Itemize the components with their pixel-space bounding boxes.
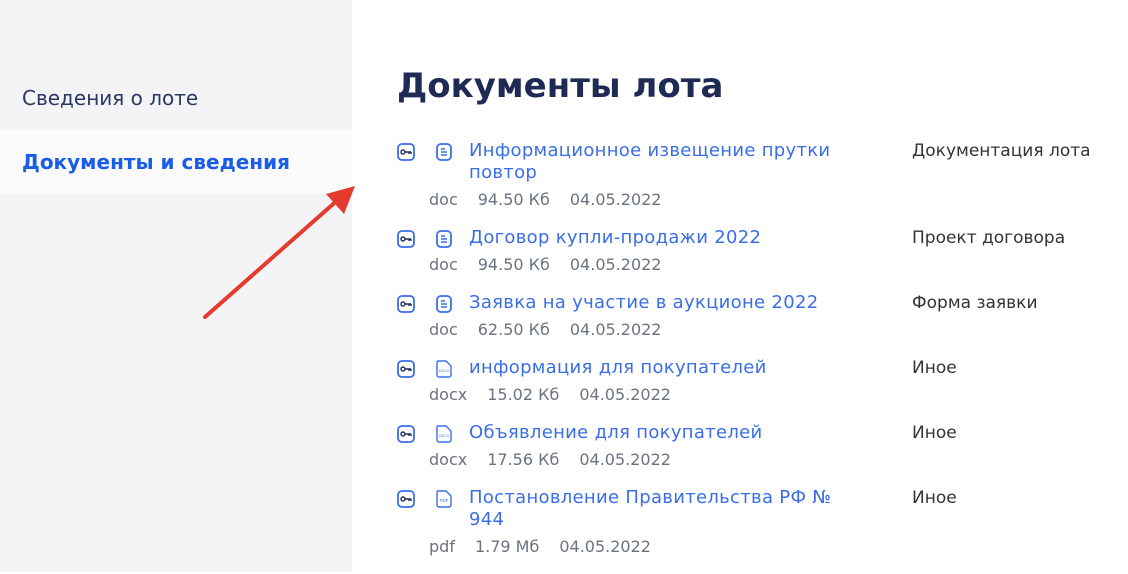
document-meta: pdf 1.79 Мб 04.05.2022: [429, 536, 912, 558]
document-link[interactable]: Заявка на участие в аукционе 2022: [469, 292, 869, 314]
document-link[interactable]: информация для покупателей: [469, 357, 869, 379]
document-meta: doc 62.50 Кб 04.05.2022: [429, 319, 912, 341]
document-info: Договор купли-продажи 2022 doc 94.50 Кб 04.…: [429, 227, 912, 276]
sidebar-item-lot-info[interactable]: Сведения о лоте: [0, 65, 352, 130]
file-date: 04.05.2022: [559, 537, 651, 556]
document-link[interactable]: Постановление Правительства РФ № 944: [469, 487, 869, 531]
document-row: Информационное извещение прутки повтор do…: [397, 140, 1117, 211]
document-info: Объявление для покупателей docx 17.56 Кб 04…: [429, 422, 912, 471]
file-size: 17.56 Кб: [487, 450, 560, 469]
file-size: 62.50 Кб: [477, 320, 550, 339]
document-category: Проект договора: [912, 228, 1066, 248]
document-link[interactable]: Объявление для покупателей: [469, 422, 869, 444]
file-date: 04.05.2022: [569, 320, 662, 339]
document-link[interactable]: Договор купли-продажи 2022: [469, 227, 869, 249]
document-row: DOCX Объявление для покупателей docx 17.56 …: [397, 422, 1117, 471]
file-ext: docx: [429, 385, 468, 404]
document-list: Информационное извещение прутки повтор do…: [397, 140, 1117, 558]
file-ext: doc: [429, 255, 458, 274]
file-ext: pdf: [429, 537, 455, 556]
document-row: Договор купли-продажи 2022 doc 94.50 Кб 04.…: [397, 227, 1117, 276]
document-info: Информационное извещение прутки повтор do…: [429, 140, 912, 211]
document-meta: doc 94.50 Кб 04.05.2022: [429, 189, 912, 211]
document-meta: docx 17.56 Кб 04.05.2022: [429, 449, 912, 471]
document-category: Иное: [912, 423, 957, 443]
document-info: Заявка на участие в аукционе 2022 doc 62.5…: [429, 292, 912, 341]
file-size: 1.79 Мб: [474, 537, 540, 556]
document-info: Постановление Правительства РФ № 944 pdf 1…: [429, 487, 912, 558]
document-meta: doc 94.50 Кб 04.05.2022: [429, 254, 912, 276]
file-date: 04.05.2022: [569, 190, 662, 209]
sidebar: Сведения о лоте Документы и сведения: [0, 0, 352, 572]
file-size: 94.50 Кб: [477, 255, 550, 274]
key-icon[interactable]: [397, 295, 415, 341]
document-row: Заявка на участие в аукционе 2022 doc 62.5…: [397, 292, 1117, 341]
document-category: Иное: [912, 358, 957, 378]
document-meta: docx 15.02 Кб 04.05.2022: [429, 384, 912, 406]
document-link[interactable]: Информационное извещение прутки повтор: [469, 140, 869, 184]
file-ext: docx: [429, 450, 468, 469]
main-content: Документы лота Информационное извещение …: [397, 64, 1117, 574]
file-size: 94.50 Кб: [477, 190, 550, 209]
svg-text:DOCX: DOCX: [439, 434, 450, 438]
document-info: информация для покупателей docx 15.02 Кб 04…: [429, 357, 912, 406]
document-category: Форма заявки: [912, 293, 1038, 313]
key-icon[interactable]: [397, 143, 415, 211]
file-ext: doc: [429, 190, 458, 209]
document-row: PDF Постановление Правительства РФ № 944 p…: [397, 487, 1117, 558]
svg-text:DOCX: DOCX: [439, 369, 450, 373]
sidebar-item-documents[interactable]: Документы и сведения: [0, 129, 352, 194]
document-category: Иное: [912, 488, 957, 508]
key-icon[interactable]: [397, 230, 415, 276]
file-date: 04.05.2022: [569, 255, 662, 274]
file-size: 15.02 Кб: [487, 385, 560, 404]
file-date: 04.05.2022: [579, 450, 671, 469]
file-ext: doc: [429, 320, 458, 339]
key-icon[interactable]: [397, 490, 415, 558]
page-title: Документы лота: [397, 66, 724, 106]
file-date: 04.05.2022: [579, 385, 671, 404]
document-category: Документация лота: [912, 141, 1091, 161]
document-row: DOCX информация для покупателей docx 15.02 …: [397, 357, 1117, 406]
svg-text:PDF: PDF: [440, 498, 449, 503]
key-icon[interactable]: [397, 360, 415, 406]
key-icon[interactable]: [397, 425, 415, 471]
